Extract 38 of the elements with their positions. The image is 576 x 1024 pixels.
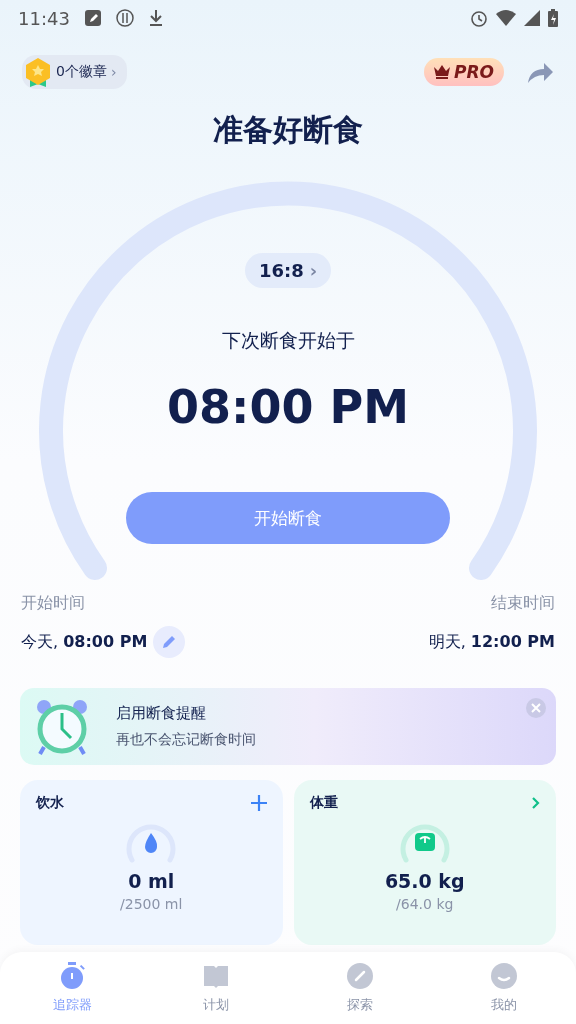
medal-icon [24,57,52,87]
badges-button[interactable]: 0个徽章 › [22,55,127,89]
card-value: 0 ml [128,870,175,892]
signal-icon [524,10,540,26]
card-goal: /2500 ml [120,896,183,912]
close-icon [531,703,541,713]
reminder-subtitle: 再也不会忘记断食时间 [116,731,256,749]
start-time-label: 开始时间 [21,593,86,614]
weight-card[interactable]: 体重 65.0 kg /64.0 kg [293,780,556,945]
battery-icon [548,9,558,27]
download-icon [147,9,164,27]
close-button[interactable] [526,698,546,718]
edit-button[interactable] [153,626,186,658]
start-time-value: 今天, 08:00 PM [21,631,148,653]
status-time: 11:43 [18,7,70,29]
smiley-icon [490,962,518,990]
card-goal: /64.0 kg [396,896,454,912]
stopwatch-icon [58,962,86,990]
add-icon[interactable] [250,795,267,811]
plan-button[interactable]: 16:8 › [244,253,332,288]
crown-icon [434,65,450,79]
pencil-icon [161,634,178,650]
water-card[interactable]: 饮水 0 ml /2500 ml [20,780,283,945]
card-value: 65.0 kg [384,870,465,892]
end-time-value: 明天, 12:00 PM [428,631,555,653]
page-title: 准备好断食 [212,111,364,149]
notes-icon [83,9,102,27]
pro-button[interactable]: PRO [424,58,504,86]
reminder-title: 启用断食提醒 [116,704,207,723]
next-fast-caption: 下次断食开始于 [221,328,355,353]
alarm-icon [470,9,488,27]
wifi-icon [496,10,516,26]
end-time-label: 结束时间 [490,593,555,614]
next-fast-time: 08:00 PM [167,380,409,434]
card-title: 饮水 [36,794,64,812]
compass-icon [346,962,374,990]
card-title: 体重 [309,794,338,812]
chevron-right-icon[interactable] [532,797,540,809]
